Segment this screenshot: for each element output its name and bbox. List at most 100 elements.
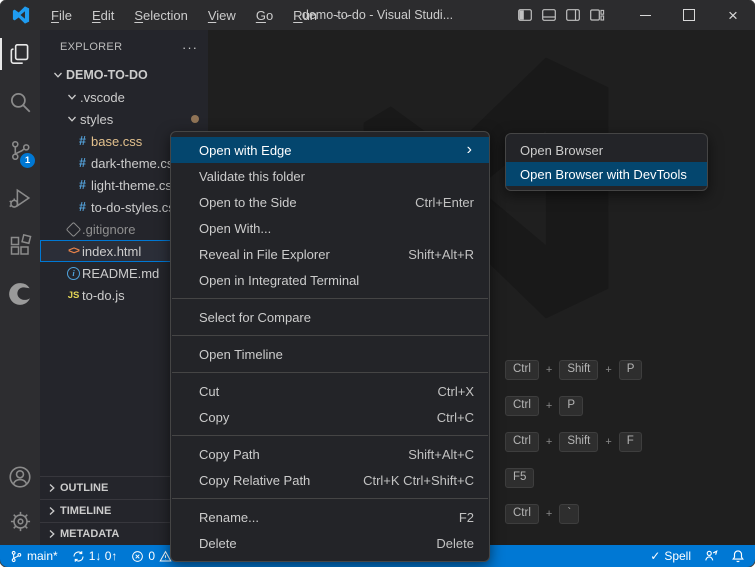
menu-separator — [172, 372, 488, 373]
menu-item-open-in-integrated-terminal[interactable]: Open in Integrated Terminal — [171, 267, 489, 293]
error-icon — [131, 550, 144, 563]
menu-bar: FileEditSelectionViewGoRun — [42, 5, 326, 26]
plus-separator: + — [546, 508, 552, 520]
key-chip: P — [559, 396, 583, 415]
toggle-primary-sidebar-icon[interactable] — [517, 7, 533, 23]
menu-separator — [172, 335, 488, 336]
activity-edge-tools[interactable] — [0, 270, 40, 318]
menu-shortcut: Ctrl+X — [438, 384, 474, 399]
menu-shortcut: Delete — [436, 536, 474, 551]
git-file-icon — [65, 224, 82, 235]
problems-status[interactable]: 0 — [131, 549, 172, 563]
maximize-button[interactable] — [667, 0, 711, 30]
activity-bar-bottom — [0, 455, 40, 543]
menu-shortcut: Ctrl+C — [437, 410, 474, 425]
branch-status[interactable]: main* — [10, 549, 58, 563]
plus-separator: + — [546, 364, 552, 376]
menu-item-select-for-compare[interactable]: Select for Compare — [171, 304, 489, 330]
sidebar-header: EXPLORER ··· — [40, 30, 208, 64]
menu-item-open-with-edge[interactable]: Open with Edge› — [171, 137, 489, 163]
key-chip: Ctrl — [505, 504, 539, 523]
git-modified-dot — [191, 115, 199, 123]
tree-item-styles[interactable]: styles — [40, 108, 208, 130]
activity-explorer[interactable] — [0, 30, 40, 78]
menu-item-copy-relative-path[interactable]: Copy Relative PathCtrl+K Ctrl+Shift+C — [171, 467, 489, 493]
menu-view[interactable]: View — [199, 5, 245, 26]
menu-go[interactable]: Go — [247, 5, 282, 26]
spell-label: Spell — [664, 549, 691, 563]
feedback-button[interactable] — [704, 549, 718, 563]
menu-file[interactable]: File — [42, 5, 81, 26]
activity-search[interactable] — [0, 78, 40, 126]
menu-selection[interactable]: Selection — [125, 5, 196, 26]
activity-extensions[interactable] — [0, 222, 40, 270]
branch-name: main* — [27, 549, 58, 563]
chevron-right-icon — [44, 506, 60, 516]
menu-item-copy-path[interactable]: Copy PathShift+Alt+C — [171, 441, 489, 467]
title-bar-right: × — [517, 0, 755, 30]
activity-source-control[interactable]: 1 — [0, 126, 40, 174]
shortcut-keys-row: Ctrl+Shift+F — [505, 432, 642, 452]
menu-item-delete[interactable]: DeleteDelete — [171, 530, 489, 556]
minimize-button[interactable] — [623, 0, 667, 30]
menu-separator — [172, 435, 488, 436]
close-icon: × — [728, 7, 738, 24]
chevron-right-icon — [44, 529, 60, 539]
check-icon: ✓ — [650, 549, 660, 563]
chevron-down-icon — [50, 70, 66, 80]
menu-separator — [172, 498, 488, 499]
key-chip: ` — [559, 504, 579, 523]
menu-edit[interactable]: Edit — [83, 5, 123, 26]
sidebar-actions-button[interactable]: ··· — [182, 40, 198, 55]
notifications-button[interactable] — [731, 549, 745, 563]
submenu-item-open-browser[interactable]: Open Browser — [506, 138, 707, 162]
accounts-button[interactable] — [0, 455, 40, 499]
toggle-panel-icon[interactable] — [541, 7, 557, 23]
vscode-window: FileEditSelectionViewGoRun ··· demo-to-d… — [0, 0, 755, 567]
layout-controls — [517, 7, 605, 23]
menu-item-validate-this-folder[interactable]: Validate this folder — [171, 163, 489, 189]
settings-button[interactable] — [0, 499, 40, 543]
menu-item-rename[interactable]: Rename...F2 — [171, 504, 489, 530]
html-icon: <> — [65, 245, 82, 257]
chevron-right-icon — [44, 483, 60, 493]
plus-separator: + — [605, 364, 611, 376]
menu-shortcut: F2 — [459, 510, 474, 525]
activity-run-debug[interactable] — [0, 174, 40, 222]
tree-item-vscode[interactable]: .vscode — [40, 86, 208, 108]
close-button[interactable]: × — [711, 0, 755, 30]
edge-icon — [7, 281, 33, 307]
key-chip: Ctrl — [505, 360, 539, 379]
files-icon — [7, 41, 33, 67]
sync-status[interactable]: 1↓ 0↑ — [72, 549, 118, 563]
context-submenu: Open BrowserOpen Browser with DevTools — [505, 133, 708, 191]
menu-item-copy[interactable]: CopyCtrl+C — [171, 404, 489, 430]
key-chip: Shift — [559, 432, 598, 451]
css-icon: # — [74, 134, 91, 148]
activity-bar: 1 — [0, 30, 40, 545]
menu-item-open-to-the-side[interactable]: Open to the SideCtrl+Enter — [171, 189, 489, 215]
menu-item-cut[interactable]: CutCtrl+X — [171, 378, 489, 404]
maximize-icon — [683, 9, 695, 21]
sync-icon — [72, 550, 85, 563]
plus-separator: + — [605, 436, 611, 448]
menu-item-reveal-in-file-explorer[interactable]: Reveal in File ExplorerShift+Alt+R — [171, 241, 489, 267]
menu-item-open-with[interactable]: Open With... — [171, 215, 489, 241]
error-count: 0 — [148, 549, 155, 563]
submenu-item-open-browser-with-devtools[interactable]: Open Browser with DevTools — [506, 162, 707, 186]
shortcut-keys-row: Ctrl+P — [505, 396, 583, 416]
customize-layout-icon[interactable] — [589, 7, 605, 23]
tree-root-folder[interactable]: DEMO-TO-DO — [40, 64, 208, 86]
plus-separator: + — [546, 400, 552, 412]
css-icon: # — [74, 178, 91, 192]
minimize-icon — [640, 15, 651, 16]
menu-shortcut: Ctrl+K Ctrl+Shift+C — [363, 473, 474, 488]
spell-status[interactable]: ✓ Spell — [650, 549, 691, 563]
menu-item-open-timeline[interactable]: Open Timeline — [171, 341, 489, 367]
toggle-secondary-sidebar-icon[interactable] — [565, 7, 581, 23]
sidebar-title: EXPLORER — [60, 41, 122, 53]
bell-icon — [731, 549, 745, 563]
menu-separator — [172, 298, 488, 299]
plus-separator: + — [546, 436, 552, 448]
git-branch-icon — [10, 550, 23, 563]
